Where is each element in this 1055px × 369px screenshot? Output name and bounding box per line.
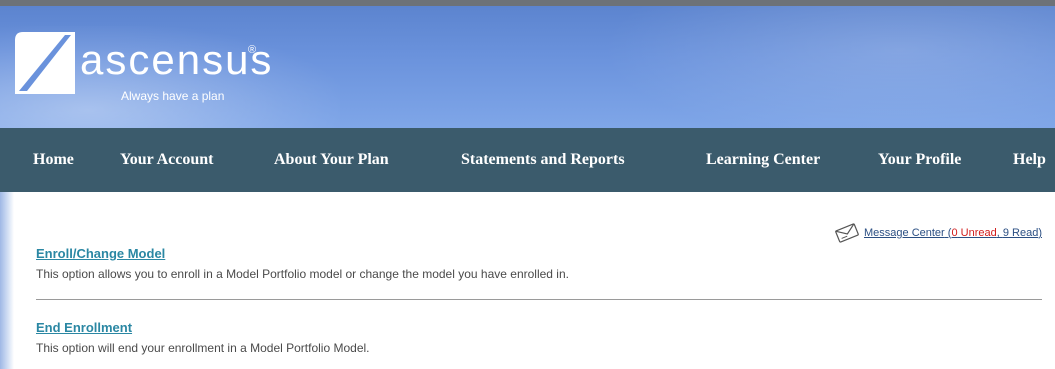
end-enrollment-link[interactable]: End Enrollment <box>36 320 132 335</box>
nav-item-about-your-plan[interactable]: About Your Plan <box>274 128 389 192</box>
site-header: ascensus ® Always have a plan <box>0 6 1055 128</box>
end-enrollment-description: This option will end your enrollment in … <box>36 341 370 355</box>
message-center-close-paren: ) <box>1038 227 1042 239</box>
section-divider <box>36 299 1042 300</box>
nav-item-your-account[interactable]: Your Account <box>120 128 214 192</box>
enroll-change-model-description: This option allows you to enroll in a Mo… <box>36 267 569 281</box>
unread-label: Unread <box>957 227 997 239</box>
nav-item-help[interactable]: Help <box>1013 128 1046 192</box>
registered-mark: ® <box>248 44 257 56</box>
brand-name[interactable]: ascensus <box>80 38 273 82</box>
brand-tagline: Always have a plan <box>121 89 225 103</box>
nav-item-home[interactable]: Home <box>33 128 74 192</box>
nav-item-statements-and-reports[interactable]: Statements and Reports <box>461 128 625 192</box>
ascensus-logo-icon[interactable] <box>15 32 75 94</box>
message-center-link[interactable]: Message Center (0 Unread, 9 Read) <box>864 227 1042 239</box>
message-center: Message Center (0 Unread, 9 Read) <box>834 222 1042 244</box>
nav-item-learning-center[interactable]: Learning Center <box>706 128 820 192</box>
message-center-label: Message Center <box>864 227 945 239</box>
read-label: Read <box>1008 227 1039 239</box>
main-navigation: Home Your Account About Your Plan Statem… <box>0 128 1055 192</box>
left-edge-shading <box>0 192 14 369</box>
nav-item-your-profile[interactable]: Your Profile <box>878 128 961 192</box>
message-icon[interactable] <box>834 223 860 243</box>
enroll-change-model-link[interactable]: Enroll/Change Model <box>36 246 165 261</box>
